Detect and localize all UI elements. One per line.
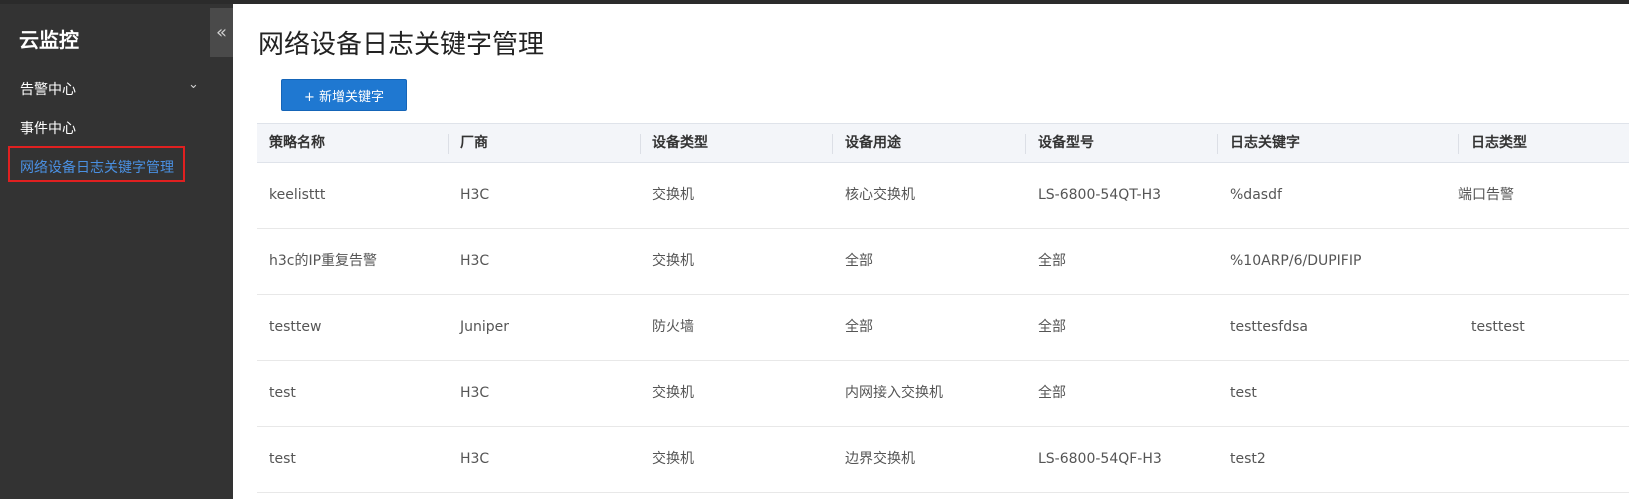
table-row[interactable]: keelisttt H3C 交换机 核心交换机 LS-6800-54QT-H3 … bbox=[257, 163, 1629, 229]
collapse-sidebar-icon[interactable]: « bbox=[210, 8, 233, 57]
page-title: 网络设备日志关键字管理 bbox=[258, 30, 545, 60]
sidebar-item-alarm-center[interactable]: 告警中心 ⌄ bbox=[0, 69, 233, 107]
table-header: 策略名称 厂商 设备类型 设备用途 设备型号 日志关键字 日志类型 bbox=[257, 123, 1629, 163]
cell-device-purpose: 内网接入交换机 bbox=[845, 385, 943, 401]
column-header-device-model[interactable]: 设备型号 bbox=[1038, 124, 1094, 162]
column-header-log-keyword[interactable]: 日志关键字 bbox=[1230, 124, 1300, 162]
column-divider bbox=[1217, 134, 1218, 154]
sidebar-item-label: 事件中心 bbox=[20, 121, 76, 137]
cell-device-purpose: 全部 bbox=[845, 253, 873, 269]
column-header-vendor[interactable]: 厂商 bbox=[460, 124, 488, 162]
chevron-down-icon: ⌄ bbox=[188, 77, 199, 92]
column-header-log-type[interactable]: 日志类型 bbox=[1471, 124, 1527, 162]
column-divider bbox=[640, 134, 641, 154]
cell-vendor: H3C bbox=[460, 385, 490, 401]
sidebar-item-log-keyword-management[interactable]: 网络设备日志关键字管理 bbox=[0, 147, 233, 185]
cell-device-type: 交换机 bbox=[652, 451, 694, 467]
cell-log-type: testtest bbox=[1471, 319, 1525, 335]
cell-policy-name: keelisttt bbox=[269, 187, 326, 203]
sidebar-item-label: 网络设备日志关键字管理 bbox=[20, 160, 174, 176]
column-divider bbox=[832, 134, 833, 154]
cell-log-keyword: test2 bbox=[1230, 451, 1266, 467]
cell-log-keyword: testtesfdsa bbox=[1230, 319, 1308, 335]
cell-policy-name: test bbox=[269, 385, 296, 401]
cell-device-purpose: 边界交换机 bbox=[845, 451, 915, 467]
cell-vendor: H3C bbox=[460, 451, 490, 467]
cell-device-model: LS-6800-54QT-H3 bbox=[1038, 187, 1162, 203]
table-row[interactable]: test H3C 交换机 边界交换机 LS-6800-54QF-H3 test2 bbox=[257, 427, 1629, 493]
add-keyword-button[interactable]: + 新增关键字 bbox=[281, 79, 407, 111]
cell-device-type: 交换机 bbox=[652, 187, 694, 203]
table-row[interactable]: test H3C 交换机 内网接入交换机 全部 test bbox=[257, 361, 1629, 427]
cell-policy-name: h3c的IP重复告警 bbox=[269, 253, 378, 269]
column-header-device-type[interactable]: 设备类型 bbox=[652, 124, 708, 162]
cell-device-model: 全部 bbox=[1038, 253, 1066, 269]
cell-policy-name: test bbox=[269, 451, 296, 467]
column-divider bbox=[1458, 134, 1459, 154]
column-divider bbox=[448, 134, 449, 154]
cell-device-purpose: 全部 bbox=[845, 319, 873, 335]
cell-device-model: 全部 bbox=[1038, 319, 1066, 335]
column-divider bbox=[1025, 134, 1026, 154]
brand-title: 云监控 bbox=[19, 28, 79, 52]
cell-vendor: H3C bbox=[460, 187, 490, 203]
cell-device-type: 防火墙 bbox=[652, 319, 694, 335]
table-row[interactable]: h3c的IP重复告警 H3C 交换机 全部 全部 %10ARP/6/DUPIFI… bbox=[257, 229, 1629, 295]
cell-vendor: Juniper bbox=[460, 319, 510, 335]
sidebar-item-label: 告警中心 bbox=[20, 82, 76, 98]
cell-log-keyword: %10ARP/6/DUPIFIP bbox=[1230, 253, 1362, 269]
cell-log-keyword: %dasdf bbox=[1230, 187, 1282, 203]
column-header-policy-name[interactable]: 策略名称 bbox=[269, 124, 325, 162]
cell-device-model: 全部 bbox=[1038, 385, 1066, 401]
column-header-device-purpose[interactable]: 设备用途 bbox=[845, 124, 901, 162]
table-row[interactable]: testtew Juniper 防火墙 全部 全部 testtesfdsa te… bbox=[257, 295, 1629, 361]
cell-log-keyword: test bbox=[1230, 385, 1257, 401]
keyword-table: 策略名称 厂商 设备类型 设备用途 设备型号 日志关键字 日志类型 keelis… bbox=[257, 123, 1629, 493]
top-bar bbox=[0, 0, 1629, 4]
sidebar-item-event-center[interactable]: 事件中心 bbox=[0, 108, 233, 146]
cell-device-model: LS-6800-54QF-H3 bbox=[1038, 451, 1162, 467]
cell-device-type: 交换机 bbox=[652, 385, 694, 401]
sidebar: 云监控 « 告警中心 ⌄ 事件中心 网络设备日志关键字管理 bbox=[0, 4, 233, 499]
cell-device-purpose: 核心交换机 bbox=[845, 187, 915, 203]
cell-log-type: 端口告警 bbox=[1458, 187, 1514, 203]
cell-device-type: 交换机 bbox=[652, 253, 694, 269]
cell-vendor: H3C bbox=[460, 253, 490, 269]
cell-policy-name: testtew bbox=[269, 319, 322, 335]
